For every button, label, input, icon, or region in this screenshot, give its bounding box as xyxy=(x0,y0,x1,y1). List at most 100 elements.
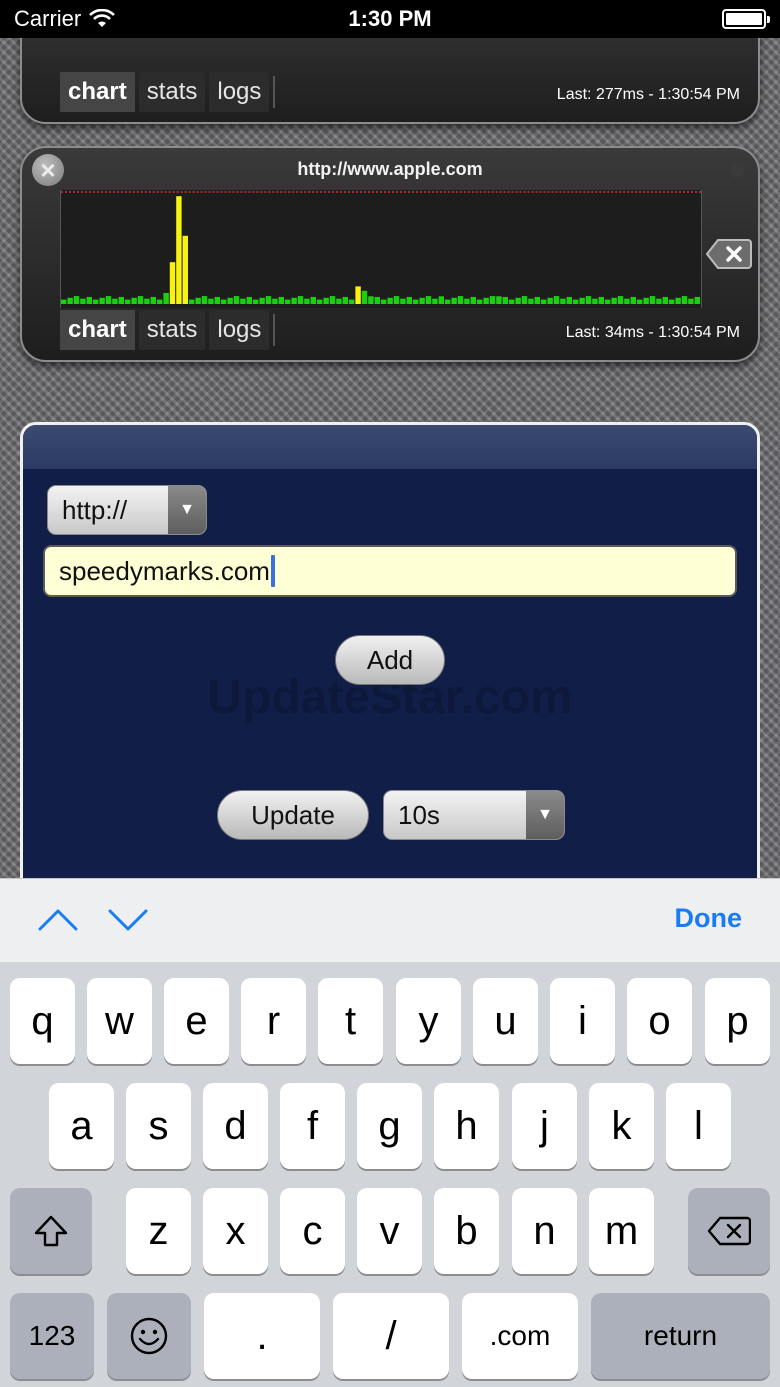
chart-bar xyxy=(80,298,86,304)
chart-bar xyxy=(61,299,67,304)
tab-chart[interactable]: chart xyxy=(60,310,135,350)
url-input[interactable]: speedymarks.com xyxy=(43,545,737,597)
key-j[interactable]: j xyxy=(512,1083,577,1169)
emoji-key[interactable] xyxy=(107,1293,191,1379)
key-x[interactable]: x xyxy=(203,1188,268,1274)
dot-key[interactable]: . xyxy=(204,1293,320,1379)
chart-bar xyxy=(681,296,688,304)
chart-bar xyxy=(579,297,585,304)
key-p[interactable]: p xyxy=(705,978,770,1064)
chart-bar xyxy=(73,296,80,304)
chart-bar xyxy=(560,298,566,304)
key-c[interactable]: c xyxy=(280,1188,345,1274)
chart-bar xyxy=(381,299,387,304)
status-time: 1:30 PM xyxy=(348,6,432,31)
last-response-label: Last: 277ms - 1:30:54 PM xyxy=(556,86,740,103)
chart-bar xyxy=(259,297,265,304)
key-m[interactable]: m xyxy=(589,1188,654,1274)
done-button[interactable]: Done xyxy=(675,903,743,934)
interval-select[interactable]: 10s ▼ xyxy=(383,790,565,840)
numbers-key[interactable]: 123 xyxy=(10,1293,94,1379)
key-z[interactable]: z xyxy=(126,1188,191,1274)
chart-bar xyxy=(374,296,381,304)
chart-bar xyxy=(240,298,246,304)
previous-field-icon[interactable] xyxy=(38,907,78,933)
key-g[interactable]: g xyxy=(357,1083,422,1169)
dotcom-key[interactable]: .com xyxy=(462,1293,578,1379)
next-field-icon[interactable] xyxy=(108,907,148,933)
chart-bar xyxy=(445,299,451,304)
key-s[interactable]: s xyxy=(126,1083,191,1169)
chart-bar xyxy=(432,298,438,304)
chart-bar xyxy=(227,297,233,304)
chevron-down-icon: ▼ xyxy=(168,486,206,534)
key-u[interactable]: u xyxy=(473,978,538,1064)
tab-divider xyxy=(273,76,276,108)
close-icon[interactable]: × xyxy=(32,154,64,186)
chart-bar xyxy=(541,299,547,304)
chart-bar xyxy=(566,296,573,304)
backspace-key[interactable] xyxy=(688,1188,770,1274)
key-b[interactable]: b xyxy=(434,1188,499,1274)
chart-bar xyxy=(669,299,675,304)
chart-bar xyxy=(93,299,99,304)
add-button[interactable]: Add xyxy=(335,635,445,685)
chart-bar xyxy=(694,296,701,304)
chart-bar xyxy=(400,298,406,304)
key-r[interactable]: r xyxy=(241,978,306,1064)
tab-logs[interactable]: logs xyxy=(209,72,270,112)
chart-bar xyxy=(464,298,470,304)
chart-bar xyxy=(67,297,73,304)
key-n[interactable]: n xyxy=(512,1188,577,1274)
update-button[interactable]: Update xyxy=(217,790,369,840)
chart-bar xyxy=(144,298,150,304)
key-y[interactable]: y xyxy=(396,978,461,1064)
chart-bar xyxy=(489,296,496,304)
text-caret xyxy=(270,555,275,587)
key-q[interactable]: q xyxy=(10,978,75,1064)
chart-bar xyxy=(496,296,502,304)
chart-bar xyxy=(361,290,368,304)
tab-stats[interactable]: stats xyxy=(138,72,206,112)
chart-bar xyxy=(150,296,157,304)
chart-bar xyxy=(630,296,637,304)
chart-bar xyxy=(617,296,624,304)
chart-bar xyxy=(349,299,355,304)
chart-bar xyxy=(137,296,144,304)
shift-key[interactable] xyxy=(10,1188,92,1274)
return-key[interactable]: return xyxy=(591,1293,770,1379)
delete-icon[interactable] xyxy=(706,238,752,270)
key-d[interactable]: d xyxy=(203,1083,268,1169)
key-i[interactable]: i xyxy=(550,978,615,1064)
chart-bar xyxy=(304,298,310,304)
apple-icon xyxy=(730,159,744,178)
chart-bar xyxy=(112,298,118,304)
chart-bar xyxy=(265,296,272,304)
chart-bar xyxy=(131,297,137,304)
chart-bar xyxy=(310,296,317,304)
slash-key[interactable]: / xyxy=(333,1293,449,1379)
chart-bar xyxy=(233,296,240,304)
chart-bar xyxy=(291,297,297,304)
protocol-select[interactable]: http:// ▼ xyxy=(47,485,207,535)
tab-stats[interactable]: stats xyxy=(138,310,206,350)
key-k[interactable]: k xyxy=(589,1083,654,1169)
panel-2-tabs: chart stats logs xyxy=(60,310,276,352)
tab-logs[interactable]: logs xyxy=(209,310,270,350)
panel-1-tabs: chart stats logs xyxy=(60,72,276,114)
key-e[interactable]: e xyxy=(164,978,229,1064)
key-l[interactable]: l xyxy=(666,1083,731,1169)
key-w[interactable]: w xyxy=(87,978,152,1064)
key-t[interactable]: t xyxy=(318,978,383,1064)
key-v[interactable]: v xyxy=(357,1188,422,1274)
tab-chart[interactable]: chart xyxy=(60,72,135,112)
chart-bar xyxy=(438,296,445,304)
chart-bar xyxy=(637,299,643,304)
key-o[interactable]: o xyxy=(627,978,692,1064)
panel-title: http://www.apple.com xyxy=(297,159,483,179)
chart-bar xyxy=(208,298,214,304)
chart-bar xyxy=(534,296,541,304)
key-h[interactable]: h xyxy=(434,1083,499,1169)
key-f[interactable]: f xyxy=(280,1083,345,1169)
key-a[interactable]: a xyxy=(49,1083,114,1169)
